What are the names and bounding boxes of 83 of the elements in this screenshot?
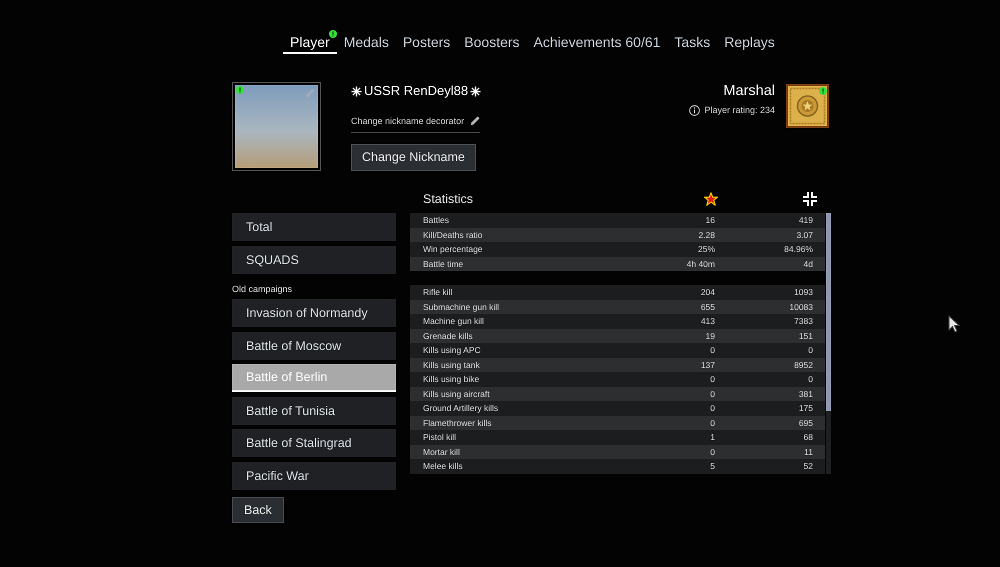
stat-value: 25% [696,243,715,256]
cross-icon [803,192,817,206]
stat-value: 5 [709,460,715,473]
stat-label: Kills using aircraft [422,388,491,401]
stat-value: 419 [798,214,814,227]
stat-label: Battle time [422,258,464,270]
stat-label: Submachine gun kill [422,300,500,314]
rank-title: Marshal [723,82,775,100]
stat-value: 0 [709,344,715,357]
change-nickname-button[interactable]: Change Nickname [351,144,476,171]
stat-value: 68 [802,431,814,444]
stat-value: 16 [704,214,715,227]
tab[interactable]: Posters [396,28,458,54]
stat-value: 10083 [788,300,814,314]
stat-value: 7383 [793,315,814,328]
rank-emblem-icon[interactable] [786,84,829,128]
stat-value: 2.28 [697,228,715,242]
stat-value: 0 [807,344,814,357]
sidebar-item[interactable]: SQUADS [232,246,396,274]
stat-value: 8952 [793,358,814,372]
stat-value: 0 [709,388,715,400]
tab[interactable]: Medals [336,28,396,54]
stat-value: 11 [803,446,814,458]
stat-label: Rifle kill [422,286,454,299]
stat-label: Machine gun kill [422,315,485,328]
stat-value: 381 [798,388,814,400]
stat-value: 0 [807,373,814,386]
stat-value: 695 [798,416,814,430]
tab[interactable]: Achievements 60/61 [526,28,668,54]
sidebar-item[interactable]: Battle of Moscow [232,332,396,360]
stat-value: 413 [700,315,715,328]
pencil-icon [470,116,480,126]
tab[interactable]: Boosters [457,28,527,54]
player-nickname: USSR RenDeyl88 [364,83,468,99]
stat-value: 84.96% [783,243,814,256]
stat-value: 4d [802,258,814,270]
stat-label: Kills using tank [422,358,481,372]
sidebar-item[interactable]: Battle of Tunisia [232,396,396,424]
scrollbar-thumb[interactable] [826,213,831,411]
stat-value: 1 [709,431,715,444]
stat-value: 19 [704,330,715,342]
stat-value: 1093 [793,286,814,299]
back-button[interactable]: Back [232,496,284,522]
tab[interactable]: Replays [717,28,782,54]
sidebar-item[interactable]: Pacific War [232,462,396,490]
stat-value: 175 [798,402,814,415]
stat-label: Kill/Deaths ratio [422,228,484,242]
stat-label: Melee kills [422,460,464,473]
statistics-title: Statistics [422,191,474,208]
starburst-icon [351,86,362,96]
stat-label: Ground Artillery kills [422,402,500,415]
stat-value: 0 [709,446,715,458]
sidebar-item[interactable]: Battle of Stalingrad [232,429,396,457]
tab[interactable]: Player [283,28,337,54]
section-heading: Old campaigns [232,283,292,296]
stat-value: 151 [798,330,814,342]
stat-label: Kills using bike [422,373,480,386]
stat-label: Pistol kill [422,431,458,444]
sidebar-item[interactable]: Total [232,213,396,241]
stat-label: Win percentage [422,243,484,256]
stat-label: Kills using APC [422,344,482,357]
stat-value: 0 [709,402,715,415]
stat-value: 0 [709,373,715,386]
stat-value: 4h 40m [686,258,715,270]
stat-label: Flamethrower kills [422,416,492,430]
starburst-icon [470,86,482,96]
change-decorator-link[interactable]: Change nickname decorator [351,114,480,133]
stat-label: Grenade kills [422,330,474,342]
stat-label: Battles [422,214,450,227]
scrollbar[interactable] [826,213,831,474]
stat-value: 3.07 [795,228,814,242]
info-icon[interactable] [689,104,700,116]
stat-value: 137 [700,358,715,372]
stat-label: Mortar kill [422,446,461,458]
stat-value: 204 [700,286,715,299]
sidebar-item[interactable]: Invasion of Normandy [232,299,396,327]
stat-value: 52 [802,460,814,473]
stat-value: 655 [700,300,715,314]
tab[interactable]: Tasks [667,28,718,54]
stat-value: 0 [709,416,715,430]
mouse-pointer-icon [948,315,960,333]
player-rating: Player rating: 234 [704,104,775,117]
star-icon [704,192,718,206]
